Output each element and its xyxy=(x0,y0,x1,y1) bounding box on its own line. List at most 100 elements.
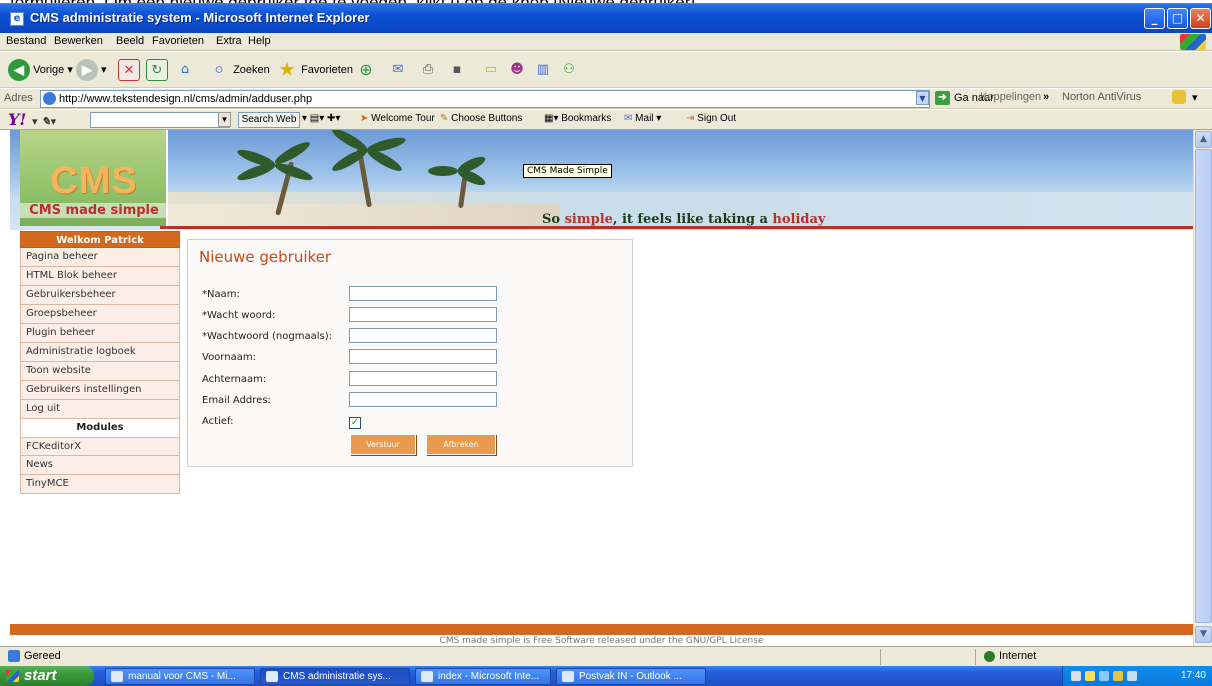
forward-button[interactable]: ▶ ▾ xyxy=(76,58,107,82)
mail-label: Mail xyxy=(635,113,654,124)
afbreken-button[interactable]: Afbreken xyxy=(426,434,496,455)
voornaam-label: Voornaam: xyxy=(202,352,256,363)
mail-icon[interactable]: ✉ xyxy=(387,59,409,81)
page-icon xyxy=(43,92,56,105)
menu-bar: Bestand Bewerken Beeld Favorieten Extra … xyxy=(0,33,1212,51)
menu-extra[interactable]: Extra xyxy=(216,35,242,47)
menu-beeld[interactable]: Beeld xyxy=(116,35,144,47)
contacts-icon[interactable]: ⚇ xyxy=(558,59,580,81)
task-label: index - Microsoft Inte... xyxy=(438,671,540,682)
stop-icon[interactable]: ✕ xyxy=(118,59,140,81)
word-doc-icon xyxy=(111,671,123,682)
sidebar-item-toon-website[interactable]: Toon website xyxy=(20,362,180,381)
actief-checkbox[interactable]: ✓ xyxy=(349,417,361,429)
links-label[interactable]: Koppelingen xyxy=(980,91,1041,103)
close-button[interactable]: ✕ xyxy=(1190,8,1211,29)
research-icon[interactable]: ▥ xyxy=(532,59,554,81)
mail-button[interactable]: ✉ Mail ▾ xyxy=(624,113,661,124)
url-dropdown-icon[interactable]: ▼ xyxy=(916,91,929,105)
favorites-button[interactable]: ★ Favorieten xyxy=(276,58,353,82)
edit-icon[interactable]: ▪ xyxy=(446,59,468,81)
vertical-scrollbar[interactable]: ▲ ▼ xyxy=(1193,130,1212,646)
maximize-button[interactable]: □ xyxy=(1167,8,1188,29)
url-input[interactable]: http://www.tekstendesign.nl/cms/admin/ad… xyxy=(40,90,930,108)
forward-arrow-icon: ▶ xyxy=(76,59,98,82)
page-viewport: CMS CMS made simple CMS Made Simple So s… xyxy=(10,130,1193,646)
sidebar-item-tinymce[interactable]: TinyMCE xyxy=(20,475,180,494)
verstuur-button[interactable]: Verstuur xyxy=(350,434,416,455)
wachtwoord-nogmaals-input[interactable] xyxy=(349,328,497,343)
sidebar-item-fckeditorx[interactable]: FCKeditorX xyxy=(20,437,180,456)
email-input[interactable] xyxy=(349,392,497,407)
search-button[interactable]: ○ Zoeken xyxy=(208,58,270,82)
norton-icon[interactable] xyxy=(1172,90,1186,104)
sidebar-item-plugin-beheer[interactable]: Plugin beheer xyxy=(20,324,180,343)
home-icon[interactable]: ⌂ xyxy=(174,59,196,81)
norton-dropdown-icon[interactable]: ▾ xyxy=(1192,91,1198,104)
scroll-up-icon[interactable]: ▲ xyxy=(1195,131,1212,148)
sidebar-item-gebruikers-instellingen[interactable]: Gebruikers instellingen xyxy=(20,381,180,400)
site-banner: CMS CMS made simple CMS Made Simple So s… xyxy=(10,130,1193,230)
taskbar-item-ie-index[interactable]: index - Microsoft Inte... xyxy=(415,668,551,685)
url-text: http://www.tekstendesign.nl/cms/admin/ad… xyxy=(59,93,313,105)
menu-bestand[interactable]: Bestand xyxy=(6,35,46,47)
yahoo-search-button[interactable]: Search Web xyxy=(238,112,300,128)
yahoo-search-dropdown-icon[interactable]: ▼ xyxy=(218,112,231,127)
pencil-icon: ✎ xyxy=(440,113,449,124)
menu-bewerken[interactable]: Bewerken xyxy=(54,35,103,47)
task-label: Postvak IN - Outlook ... xyxy=(579,671,682,682)
cms-logo[interactable]: CMS CMS made simple xyxy=(20,130,168,226)
menu-help[interactable]: Help xyxy=(248,35,271,47)
norton-antivirus-label[interactable]: Norton AntiVirus xyxy=(1062,91,1141,103)
sidebar-item-groepsbeheer[interactable]: Groepsbeheer xyxy=(20,305,180,324)
voornaam-input[interactable] xyxy=(349,349,497,364)
bookmarks-icon: ▦▾ xyxy=(544,113,559,124)
page-footer-bar xyxy=(10,624,1193,635)
welcome-tour-button[interactable]: ➤ Welcome Tour xyxy=(360,113,435,124)
network-icon[interactable] xyxy=(1127,671,1137,681)
zone-label: Internet xyxy=(999,650,1037,662)
sidebar-item-pagina-beheer[interactable]: Pagina beheer xyxy=(20,248,180,267)
sidebar-item-gebruikersbeheer[interactable]: Gebruikersbeheer xyxy=(20,286,180,305)
links-chevron-icon[interactable]: » xyxy=(1043,91,1049,103)
messenger-icon[interactable]: ☻ xyxy=(506,59,528,81)
choose-buttons-button[interactable]: ✎ Choose Buttons xyxy=(440,113,522,124)
taskbar-item-ie-cms[interactable]: CMS administratie sys... xyxy=(260,668,410,685)
scroll-thumb[interactable] xyxy=(1195,149,1212,623)
address-bar: Adres http://www.tekstendesign.nl/cms/ad… xyxy=(0,89,1212,109)
sign-out-button[interactable]: ⇥ Sign Out xyxy=(686,113,736,124)
yahoo-logo-icon[interactable]: Y! ▾ ✎▾ xyxy=(8,110,56,129)
norton-tray-icon[interactable] xyxy=(1113,671,1123,681)
tray-icon[interactable] xyxy=(1071,671,1081,681)
naam-input[interactable] xyxy=(349,286,497,301)
welcome-header: Welkom Patrick xyxy=(20,231,180,248)
wachtwoord-input[interactable] xyxy=(349,307,497,322)
sidebar-item-log-uit[interactable]: Log uit xyxy=(20,400,180,419)
print-icon[interactable]: ⎙ xyxy=(417,59,439,81)
banner-tagline: So simple, it feels like taking a holida… xyxy=(542,212,826,227)
choose-buttons-label: Choose Buttons xyxy=(451,113,523,124)
tray-icon[interactable] xyxy=(1085,671,1095,681)
history-icon[interactable]: ⊕ xyxy=(355,59,377,81)
back-button[interactable]: ◀ Vorige ▾ xyxy=(8,58,73,82)
achternaam-input[interactable] xyxy=(349,371,497,386)
refresh-icon[interactable]: ↻ xyxy=(146,59,168,81)
search-label: Zoeken xyxy=(233,64,270,76)
sidebar-item-administratie-logboek[interactable]: Administratie logboek xyxy=(20,343,180,362)
search-icon: ○ xyxy=(214,61,224,79)
scroll-down-icon[interactable]: ▼ xyxy=(1195,626,1212,643)
sidebar-item-html-blok-beheer[interactable]: HTML Blok beheer xyxy=(20,267,180,286)
yahoo-extra-icons[interactable]: ▾ ▤▾ ✚▾ xyxy=(302,113,340,124)
bookmarks-button[interactable]: ▦▾ Bookmarks xyxy=(544,113,611,124)
taskbar-item-word[interactable]: manual voor CMS - Mi... xyxy=(105,668,255,685)
yahoo-search-input[interactable] xyxy=(90,112,230,128)
minimize-button[interactable]: _ xyxy=(1144,8,1165,29)
taskbar-item-outlook[interactable]: Postvak IN - Outlook ... xyxy=(556,668,706,685)
new-user-form: Nieuwe gebruiker *Naam: *Wacht woord: *W… xyxy=(187,239,633,467)
menu-favorieten[interactable]: Favorieten xyxy=(152,35,204,47)
start-button[interactable]: start xyxy=(0,666,94,686)
status-divider xyxy=(975,649,976,665)
speaker-icon[interactable] xyxy=(1099,671,1109,681)
sidebar-item-news[interactable]: News xyxy=(20,456,180,475)
discuss-icon[interactable]: ▭ xyxy=(480,59,502,81)
